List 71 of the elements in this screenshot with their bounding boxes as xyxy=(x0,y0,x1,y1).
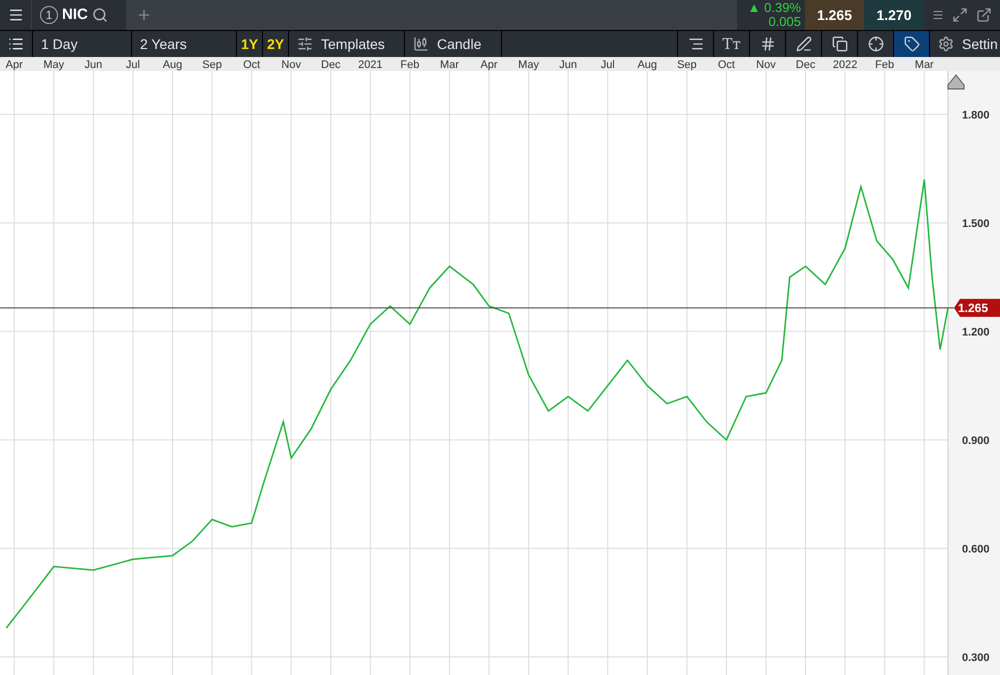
chart-type-button[interactable]: Candle xyxy=(405,31,501,57)
month-label: Oct xyxy=(718,59,735,71)
menu-button[interactable] xyxy=(0,0,31,30)
search-icon[interactable] xyxy=(92,7,108,23)
copy-icon xyxy=(832,36,848,52)
month-label: Jul xyxy=(600,59,615,71)
price-label: 0.900 xyxy=(962,434,990,447)
month-label: 2021 xyxy=(358,59,383,71)
chart-tool-button[interactable] xyxy=(858,31,893,57)
month-label: Mar xyxy=(440,59,459,71)
candlestick-icon xyxy=(413,36,429,52)
pen-icon xyxy=(796,36,812,52)
price-label: 1.500 xyxy=(962,218,990,230)
align-icon xyxy=(688,36,704,52)
list-icon xyxy=(8,36,24,52)
interval-dropdown[interactable]: 1 Day xyxy=(33,31,131,57)
settings-button[interactable]: Settin xyxy=(930,31,1000,57)
tag-icon xyxy=(904,36,920,52)
month-label: Apr xyxy=(6,59,23,71)
tab-number: 1 xyxy=(40,6,58,24)
symbol-label: NIC xyxy=(62,4,88,25)
plus-icon xyxy=(136,7,152,23)
range-dropdown[interactable]: 2 Years xyxy=(132,31,236,57)
month-label: May xyxy=(518,59,539,71)
bid-price-button[interactable]: 1.265 xyxy=(805,0,864,30)
chart-tool-button[interactable] xyxy=(786,31,821,57)
quick-range-button[interactable]: 1Y xyxy=(237,31,262,57)
month-label: Sep xyxy=(202,59,222,71)
month-label: Feb xyxy=(400,59,420,71)
price-label: 1.200 xyxy=(962,326,990,338)
scroll-up-arrow[interactable] xyxy=(948,74,964,90)
menu-icon xyxy=(8,7,24,23)
price-label: 0.300 xyxy=(962,652,990,664)
gear-icon xyxy=(938,36,954,52)
month-label: Sep xyxy=(677,59,697,71)
symbol-tab[interactable]: 1 NIC xyxy=(32,0,126,30)
month-label: Jun xyxy=(84,59,102,71)
chart-tool-button[interactable] xyxy=(822,31,857,57)
list-button[interactable] xyxy=(0,31,32,57)
month-label: Jul xyxy=(126,59,140,71)
chart-tool-button[interactable]: Tт xyxy=(714,31,749,57)
templates-button[interactable]: Templates xyxy=(289,31,404,57)
month-label: Mar xyxy=(914,59,934,71)
change-percent: ▲ 0.39% xyxy=(748,1,801,15)
month-label: May xyxy=(43,59,64,71)
month-label: Aug xyxy=(162,59,182,71)
month-label: Nov xyxy=(281,59,301,71)
month-label: Aug xyxy=(637,59,658,71)
grid-icon xyxy=(760,36,776,52)
chart-tool-button[interactable] xyxy=(678,31,713,57)
month-label: Feb xyxy=(875,59,894,71)
sliders-icon xyxy=(297,36,313,52)
text-size-label: Tт xyxy=(722,34,741,55)
month-label: Apr xyxy=(480,59,498,71)
month-label: Dec xyxy=(796,59,816,71)
chart-tool-button[interactable] xyxy=(894,31,929,57)
price-label: 0.600 xyxy=(962,543,990,556)
month-label: Jun xyxy=(559,59,578,71)
price-label: 1.800 xyxy=(962,109,990,122)
month-label: Nov xyxy=(756,59,776,71)
ref-line-label: 1.265 xyxy=(958,300,988,315)
month-label: Oct xyxy=(243,59,260,71)
ask-price-button[interactable]: 1.270 xyxy=(864,0,924,30)
popout-icon[interactable] xyxy=(976,7,992,23)
change-absolute: 0.005 xyxy=(768,15,801,29)
month-label: Dec xyxy=(321,59,341,71)
expand-icon[interactable] xyxy=(952,7,968,23)
chart-tool-button[interactable] xyxy=(750,31,785,57)
quick-range-button[interactable]: 2Y xyxy=(263,31,288,57)
crosshair-icon xyxy=(868,36,884,52)
month-label: 2022 xyxy=(832,59,858,71)
